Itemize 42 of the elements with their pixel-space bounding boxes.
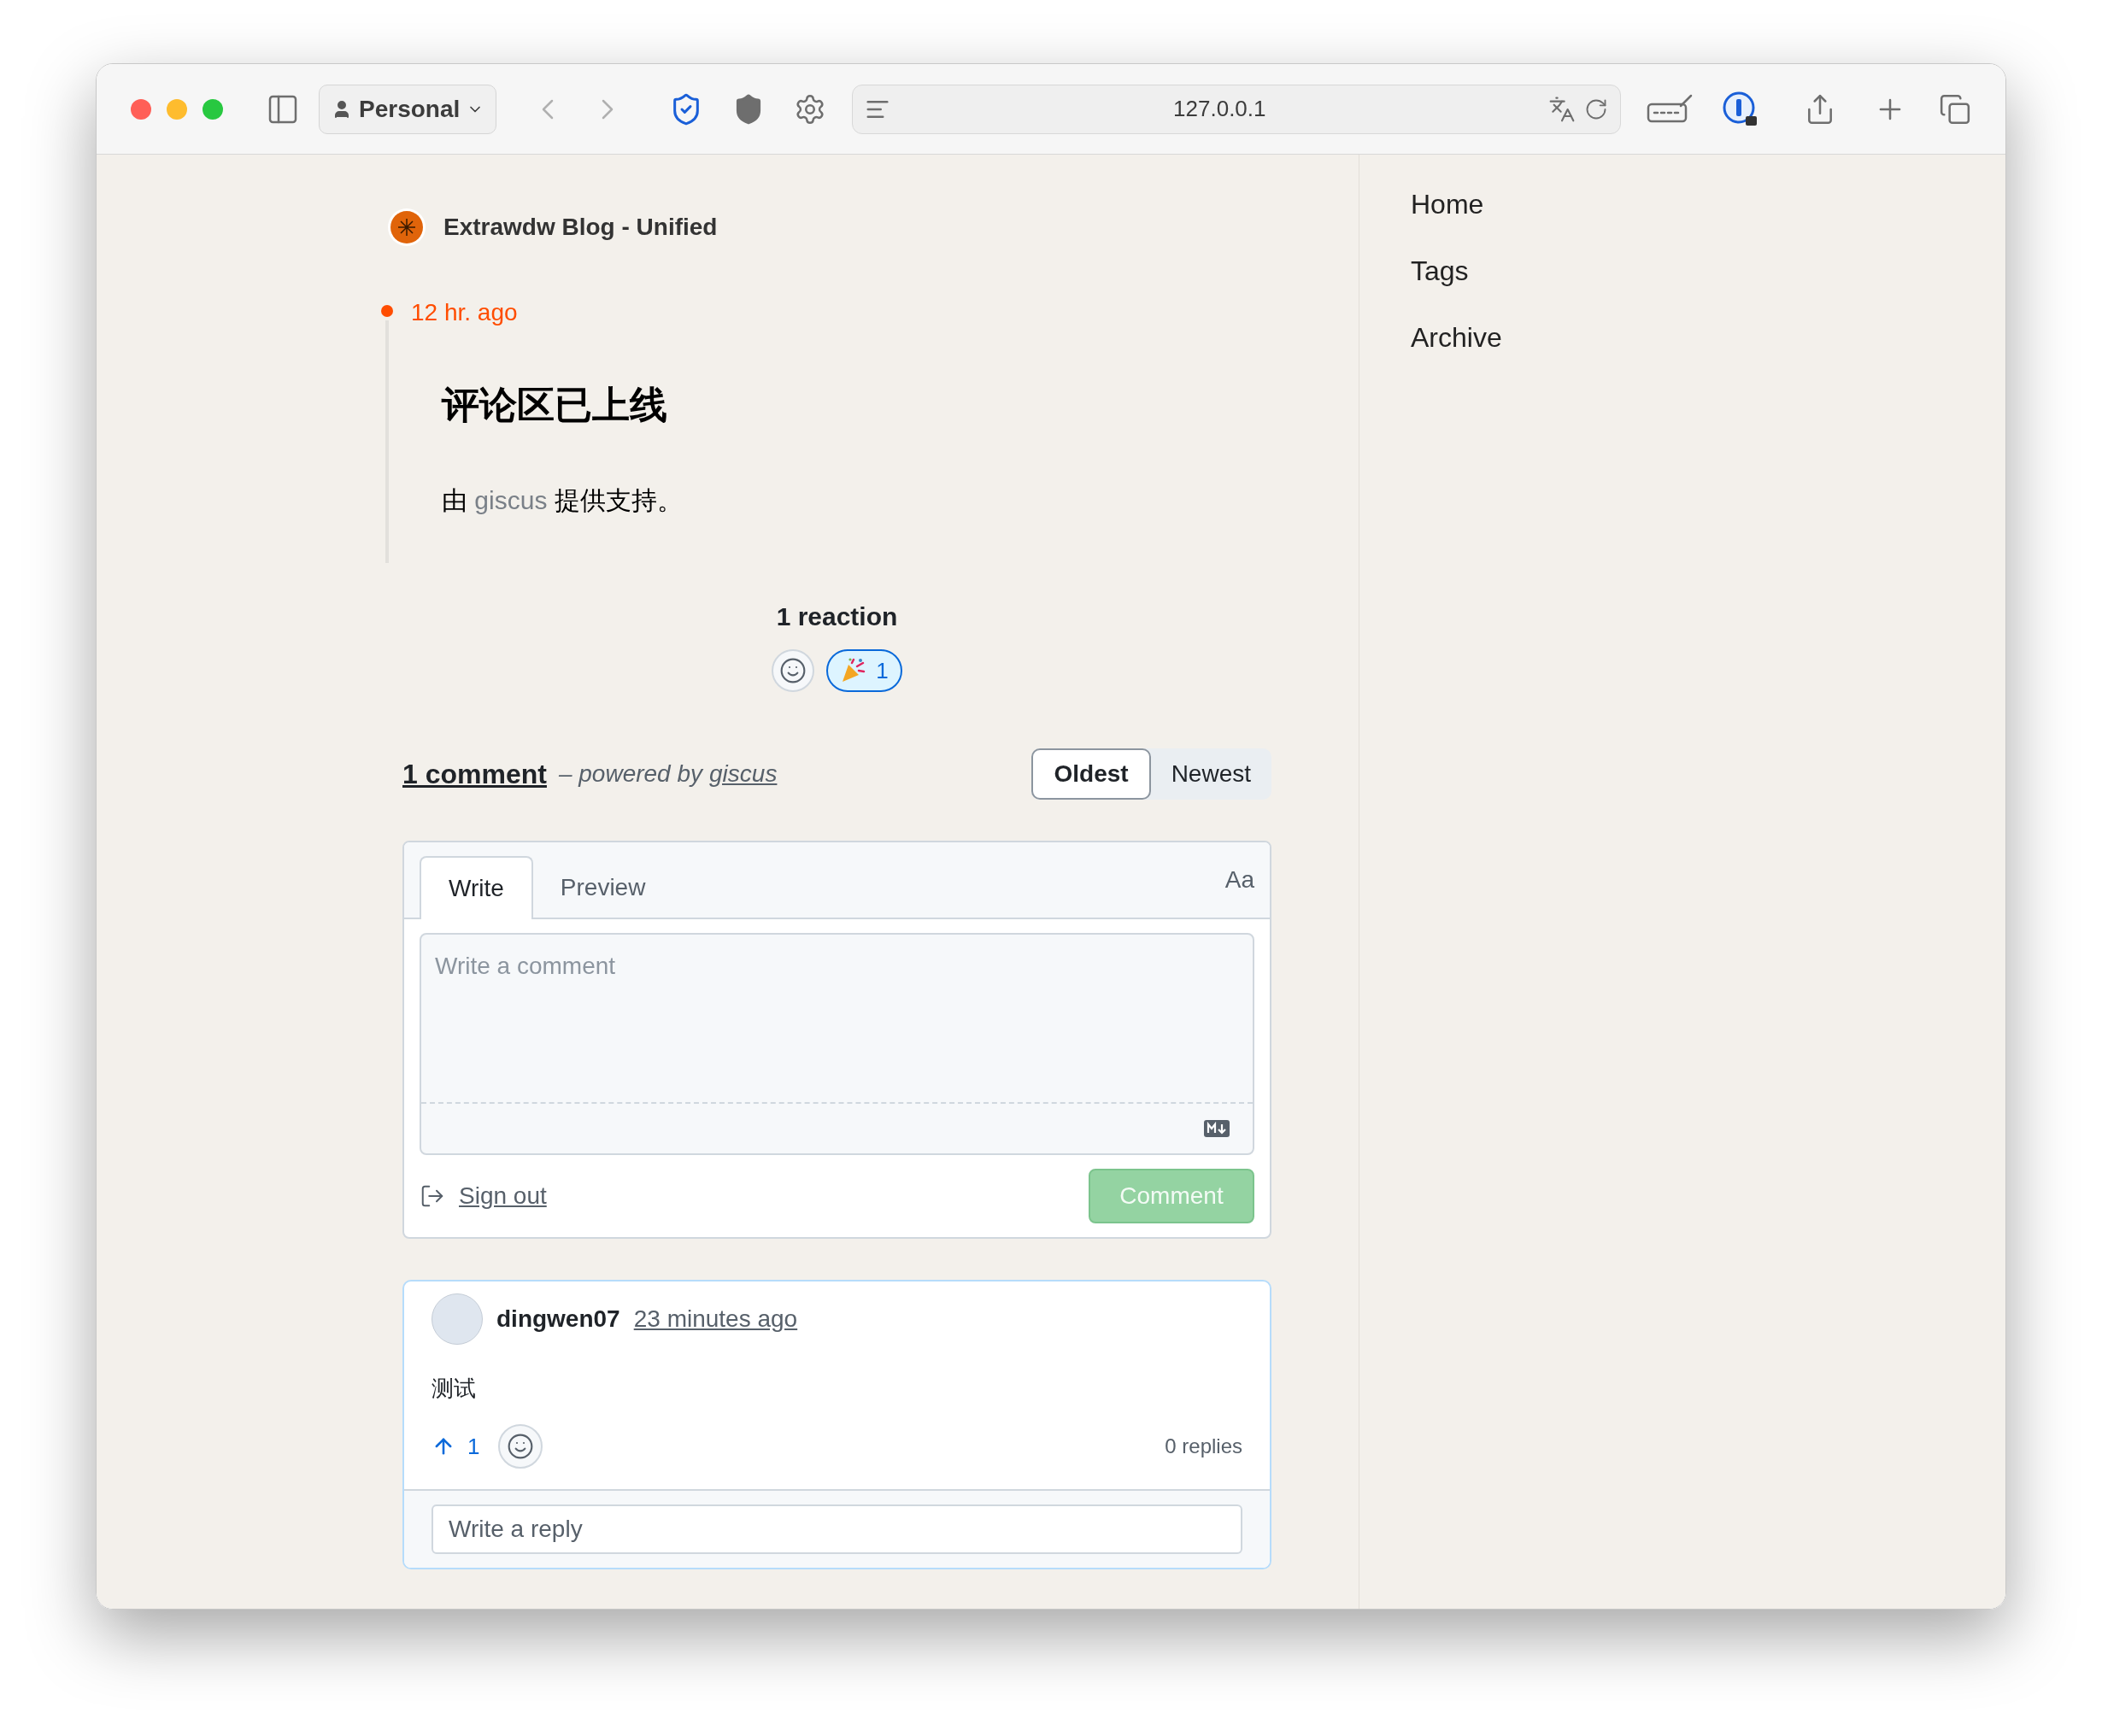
comment-author[interactable]: dingwen07	[496, 1301, 620, 1337]
sidebar-nav-link[interactable]: Archive	[1411, 317, 1502, 358]
post-time: 12 hr. ago	[411, 298, 519, 327]
sidebar-nav-link[interactable]: Tags	[1411, 250, 1502, 291]
format-toggle[interactable]: Aa	[1224, 862, 1254, 898]
powered-by-text: – powered by	[558, 760, 703, 789]
smiley-icon	[507, 1433, 535, 1460]
upvote-button[interactable]: 1	[432, 1429, 480, 1463]
keyboard-pen-icon[interactable]	[1647, 93, 1694, 125]
comment-input-field[interactable]: Write a comment	[421, 935, 1253, 1102]
blog-logo-icon	[387, 208, 426, 247]
profile-dropdown[interactable]: Personal	[319, 84, 497, 134]
sign-out-icon	[420, 1183, 445, 1209]
post-body: 由 giscus 提供支持。	[442, 485, 683, 516]
close-window-button[interactable]	[131, 98, 151, 120]
reaction-button[interactable]: 1	[826, 649, 902, 692]
editor-tab[interactable]: Preview	[532, 856, 673, 919]
address-bar[interactable]: 127.0.0.1	[852, 84, 1622, 134]
add-reaction-button[interactable]	[498, 1424, 543, 1469]
tab-overview-icon[interactable]	[1939, 92, 1971, 126]
giscus-link[interactable]: giscus	[709, 756, 778, 792]
sign-out-link[interactable]: Sign out	[459, 1178, 547, 1214]
sort-option[interactable]: Newest	[1150, 748, 1271, 800]
add-reaction-button[interactable]	[772, 649, 815, 692]
reaction-count: 1 reaction	[776, 601, 898, 632]
comment-text: 测试	[431, 1375, 477, 1403]
reply-count: 0 replies	[1165, 1434, 1242, 1459]
blog-title[interactable]: Extrawdw Blog - Unified	[443, 209, 718, 245]
editor-tab[interactable]: Write	[420, 856, 533, 919]
giscus-link[interactable]: giscus	[474, 486, 548, 514]
sort-option[interactable]: Oldest	[1031, 748, 1151, 800]
markdown-icon	[1203, 1119, 1230, 1138]
url-text: 127.0.0.1	[1172, 95, 1267, 123]
party-popper-icon	[840, 658, 866, 683]
comment-input-box[interactable]: Write a comment	[420, 933, 1254, 1155]
comment-time-link[interactable]: 23 minutes ago	[633, 1301, 798, 1337]
smiley-icon	[779, 657, 807, 684]
post-title: 评论区已上线	[442, 383, 668, 427]
comment-count-link[interactable]: 1 comment	[402, 754, 547, 795]
reply-input-field[interactable]: Write a reply	[432, 1504, 1242, 1554]
translate-icon[interactable]	[1548, 95, 1576, 123]
sidebar-nav-link[interactable]: Home	[1411, 184, 1502, 225]
